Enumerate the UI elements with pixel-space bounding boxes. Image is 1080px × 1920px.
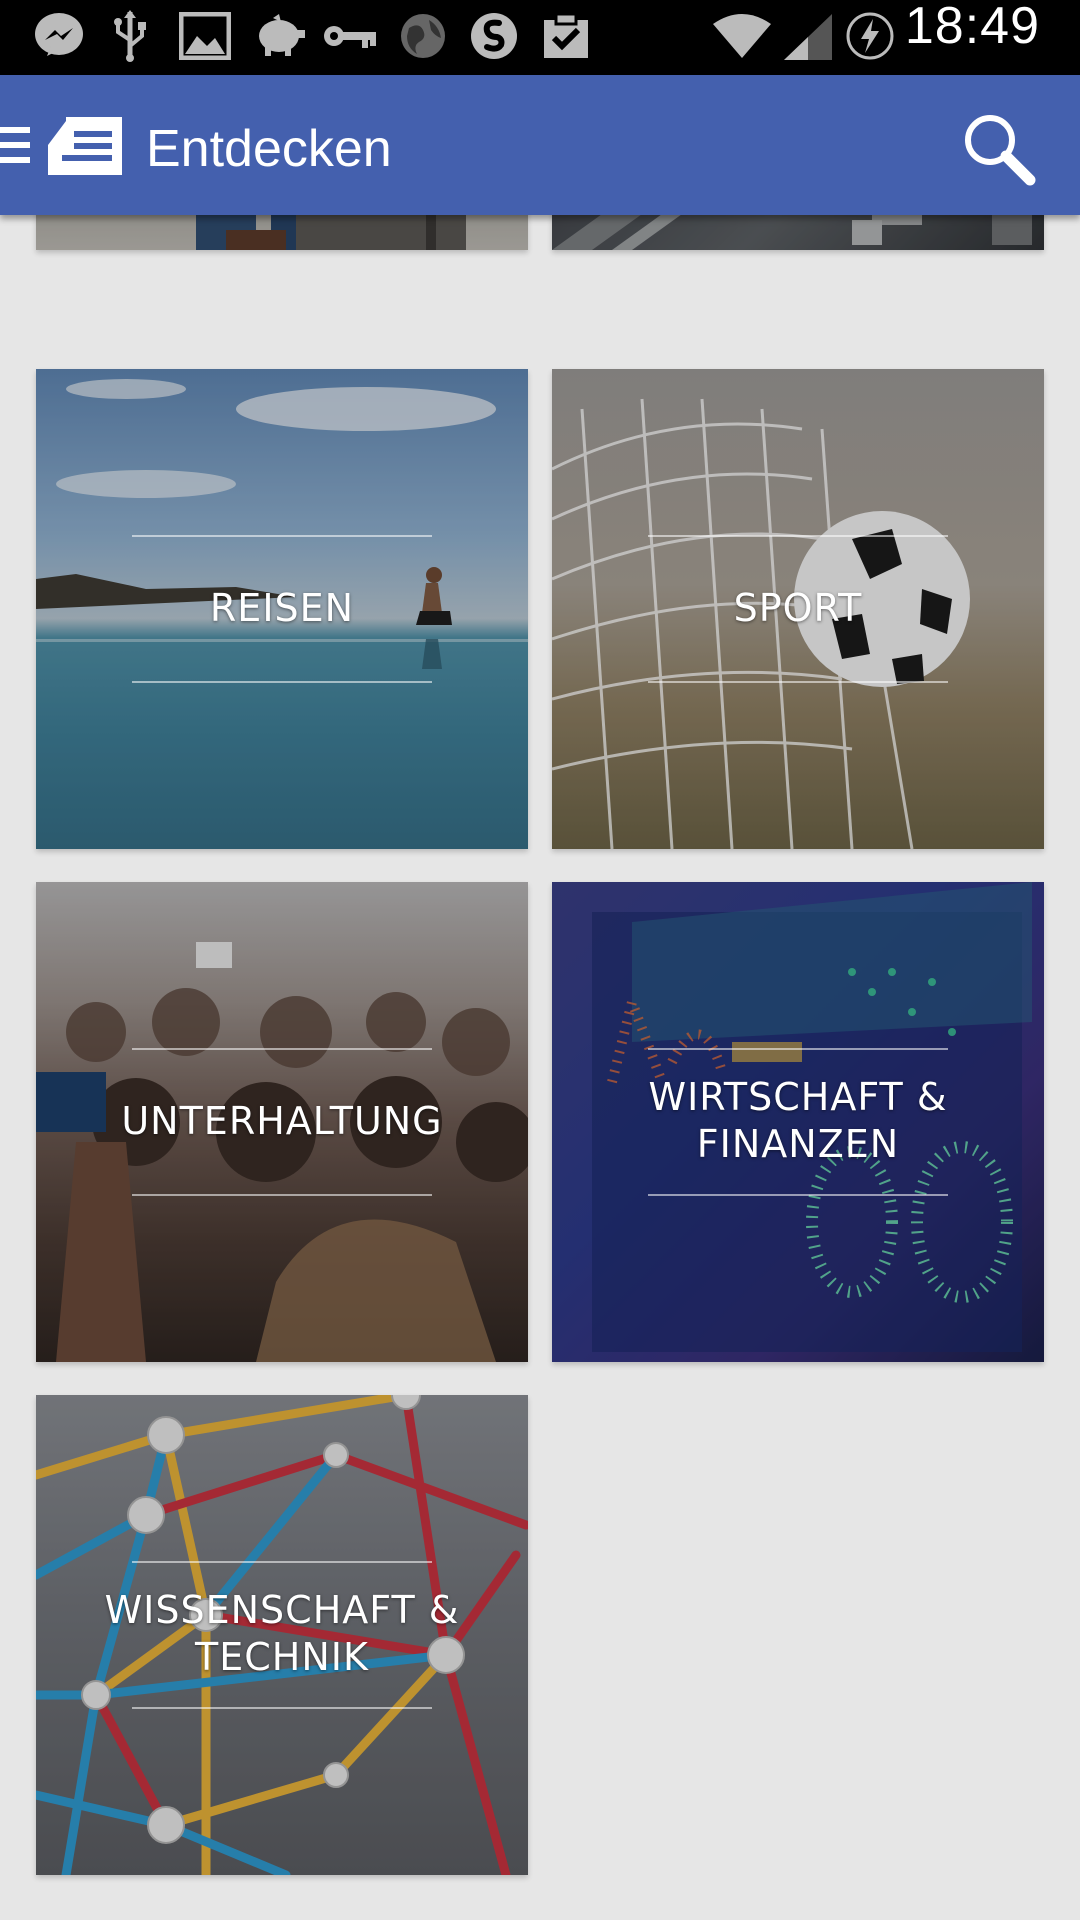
clock-time: 18:49 [904, 0, 1040, 55]
category-label-line2: TECHNIK [195, 1635, 369, 1679]
piggy-bank-icon [252, 6, 308, 66]
category-tile-wirtschaft-finanzen[interactable]: WIRTSCHAFT & FINANZEN [552, 882, 1044, 1362]
category-label: SPORT [733, 586, 863, 630]
category-label: REISEN [209, 586, 355, 630]
status-bar: 18:49 [0, 0, 1080, 75]
app-logo-icon[interactable] [44, 115, 126, 177]
category-label: WIRTSCHAFT & FINANZEN [552, 1074, 1044, 1168]
gallery-icon [178, 6, 232, 66]
category-tile-unterhaltung[interactable]: UNTERHALTUNG [36, 882, 528, 1362]
category-tile-reisen[interactable]: REISEN [36, 369, 528, 849]
category-tile-partial-left[interactable] [36, 215, 528, 250]
search-icon[interactable] [960, 110, 1036, 186]
category-tile-sport[interactable]: SPORT [552, 369, 1044, 849]
category-label-line2: FINANZEN [696, 1122, 900, 1166]
messenger-icon [30, 6, 88, 66]
category-tile-partial-right[interactable] [552, 215, 1044, 250]
signal-icon [780, 6, 836, 66]
category-grid: REISEN SPORT UNTERHALTUNG WIRTSCHAFT & F… [0, 215, 1080, 1920]
wifi-icon [712, 6, 772, 66]
key-icon [322, 6, 378, 66]
usb-icon [110, 6, 150, 66]
battery-charging-icon [844, 6, 896, 66]
category-label-line1: WISSENSCHAFT & [104, 1588, 460, 1632]
shazam-icon [468, 6, 520, 66]
page-title: Entdecken [146, 120, 392, 178]
category-label: UNTERHALTUNG [121, 1099, 443, 1143]
menu-icon[interactable] [0, 127, 30, 167]
clipboard-check-icon [540, 6, 592, 66]
globe-icon [398, 6, 448, 66]
app-bar: Entdecken [0, 75, 1080, 215]
category-tile-wissenschaft-technik[interactable]: WISSENSCHAFT & TECHNIK [36, 1395, 528, 1875]
category-label-line1: WIRTSCHAFT & [648, 1075, 948, 1119]
category-label: WISSENSCHAFT & TECHNIK [36, 1587, 528, 1681]
